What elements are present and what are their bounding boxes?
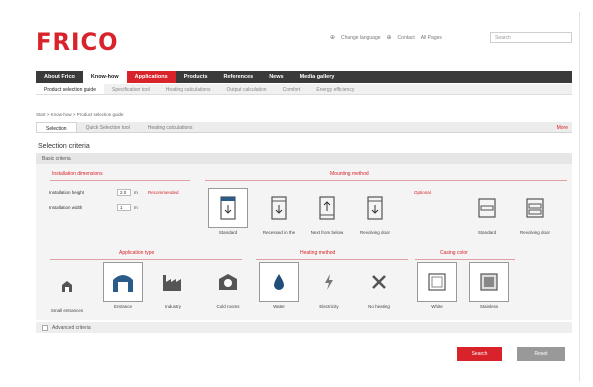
heating-method-heading: Heating method <box>300 250 336 256</box>
globe-icon: ⊕ <box>330 35 336 41</box>
nav-news[interactable]: News <box>261 71 291 83</box>
search-input[interactable]: Search <box>490 32 572 43</box>
mount-card-revolving[interactable]: Revolving door <box>352 188 398 236</box>
advanced-checkbox[interactable] <box>42 324 48 331</box>
application-type-heading: Application type <box>119 250 155 256</box>
advanced-criteria-toggle[interactable]: Advanced criteria <box>36 322 572 333</box>
installation-width-label: Installation width <box>49 205 83 210</box>
mount-label-below: Next from below <box>310 230 344 235</box>
tab-bar: Selection Quick Selection tool Heating c… <box>36 122 572 133</box>
standard-mount-icon <box>220 196 236 220</box>
color-label-white: White <box>431 304 443 309</box>
heating-label-no-heating: No heating <box>368 304 390 309</box>
tab-quick-selection[interactable]: Quick Selection tool <box>77 122 139 132</box>
revolving-door-icon <box>367 196 383 220</box>
stainless-casing-icon <box>480 273 498 291</box>
heating-label-water: Water <box>273 304 285 309</box>
installation-divider <box>50 180 190 181</box>
color-card-stainless[interactable]: Stainless <box>466 262 512 310</box>
installation-height-input[interactable]: 2.0 <box>117 189 131 196</box>
basic-criteria-header[interactable]: Basic criteria <box>36 153 572 164</box>
installation-dimensions-heading: Installation dimensions <box>52 171 103 177</box>
optional-label-revolving: Revolving door <box>519 230 551 235</box>
selection-criteria-title: Selection criteria <box>38 143 90 150</box>
app-label-small-entrances: Small entrances <box>50 308 84 313</box>
mount-card-standard[interactable]: Standard <box>205 188 251 236</box>
mount-card-below[interactable]: Next from below <box>304 188 350 236</box>
color-card-white[interactable]: White <box>414 262 460 310</box>
app-label-cold-rooms: Cold rooms <box>216 304 240 309</box>
standard-icon <box>478 198 496 218</box>
nav-about-frico[interactable]: About Frico <box>36 71 83 83</box>
advanced-criteria-label: Advanced criteria <box>52 324 91 331</box>
optional-note: Optional <box>414 190 431 195</box>
heating-card-no-heating[interactable]: No heating <box>356 262 402 310</box>
nav-media-gallery[interactable]: Media gallery <box>292 71 343 83</box>
mount-label-revolving: Revolving door <box>359 230 391 235</box>
recommended-note: Recommended <box>148 190 179 195</box>
app-card-small-entrances[interactable]: Small entrances <box>44 266 90 314</box>
nav-references[interactable]: References <box>216 71 262 83</box>
top-links: ⊕ Change language ⊕ Contact All Pages <box>330 34 442 42</box>
water-drop-icon <box>274 274 284 290</box>
heating-card-water[interactable]: Water <box>256 262 302 310</box>
reset-button[interactable]: Reset <box>517 347 565 361</box>
app-card-cold-rooms[interactable]: Cold rooms <box>205 262 251 310</box>
heating-divider <box>256 259 408 260</box>
all-pages-link[interactable]: All Pages <box>421 35 442 41</box>
app-label-entrance: Entrance <box>113 304 132 309</box>
application-divider <box>50 259 242 260</box>
casing-color-heading: Casing color <box>440 250 468 256</box>
mount-card-recessed[interactable]: Recessed in the <box>256 188 302 236</box>
tab-heating-calculations[interactable]: Heating calculations <box>139 122 202 132</box>
tab-more-link[interactable]: More <box>557 125 568 131</box>
contact-icon: ⊕ <box>386 35 392 41</box>
tab-selection[interactable]: Selection <box>36 122 77 132</box>
mount-label-recessed: Recessed in the <box>262 230 296 235</box>
mount-label-standard: Standard <box>218 230 238 235</box>
app-card-industry[interactable]: Industry <box>150 262 196 310</box>
contact-link[interactable]: Contact <box>398 35 415 41</box>
cold-room-icon <box>219 274 237 290</box>
nav-know-how[interactable]: Know-how <box>82 71 127 83</box>
optional-label-standard: Standard <box>477 230 497 235</box>
mounting-divider <box>205 180 567 181</box>
breadcrumb[interactable]: Start > Know-how > Product selection gui… <box>36 112 124 117</box>
installation-height-label: Installation height <box>49 190 85 195</box>
casing-divider <box>415 259 515 260</box>
change-language-link[interactable]: Change language <box>341 35 380 41</box>
subnav-specification-tool[interactable]: Specification tool <box>104 84 158 94</box>
optional-card-revolving[interactable]: Revolving door <box>512 188 558 236</box>
subnav-heating-calculations[interactable]: Heating calculations <box>158 84 219 94</box>
mounting-method-heading: Mounting method <box>330 171 369 177</box>
nav-products[interactable]: Products <box>176 71 216 83</box>
below-icon <box>319 196 335 220</box>
app-label-industry: Industry <box>164 304 181 309</box>
optional-card-standard[interactable]: Standard <box>464 188 510 236</box>
search-button[interactable]: Search <box>457 347 502 361</box>
small-entrance-icon <box>62 281 72 292</box>
app-card-entrance[interactable]: Entrance <box>100 262 146 310</box>
frico-logo[interactable]: FRICO <box>36 28 118 56</box>
width-unit: m <box>134 205 138 210</box>
subnav-output-calculation[interactable]: Output calculation <box>219 84 275 94</box>
nav-applications[interactable]: Applications <box>126 71 176 83</box>
color-label-stainless: Stainless <box>479 304 499 309</box>
subnav-energy-efficiency[interactable]: Energy efficiency <box>308 84 362 94</box>
white-casing-icon <box>428 273 446 291</box>
subnav-comfort[interactable]: Comfort <box>275 84 309 94</box>
heating-card-electricity[interactable]: Electricity <box>306 262 352 310</box>
sub-navigation: Product selection guide Specification to… <box>36 84 572 95</box>
entrance-icon <box>113 275 133 292</box>
installation-width-input[interactable]: 1 <box>117 204 131 211</box>
height-unit: m <box>134 190 138 195</box>
main-navigation: About Frico Know-how Applications Produc… <box>36 71 572 83</box>
heating-label-electricity: Electricity <box>319 304 339 309</box>
industry-icon <box>163 275 181 291</box>
lightning-icon <box>325 274 333 290</box>
revolving-icon <box>526 198 544 218</box>
subnav-product-selection-guide[interactable]: Product selection guide <box>36 84 104 94</box>
recessed-icon <box>271 196 287 220</box>
fan-icon <box>372 275 386 289</box>
